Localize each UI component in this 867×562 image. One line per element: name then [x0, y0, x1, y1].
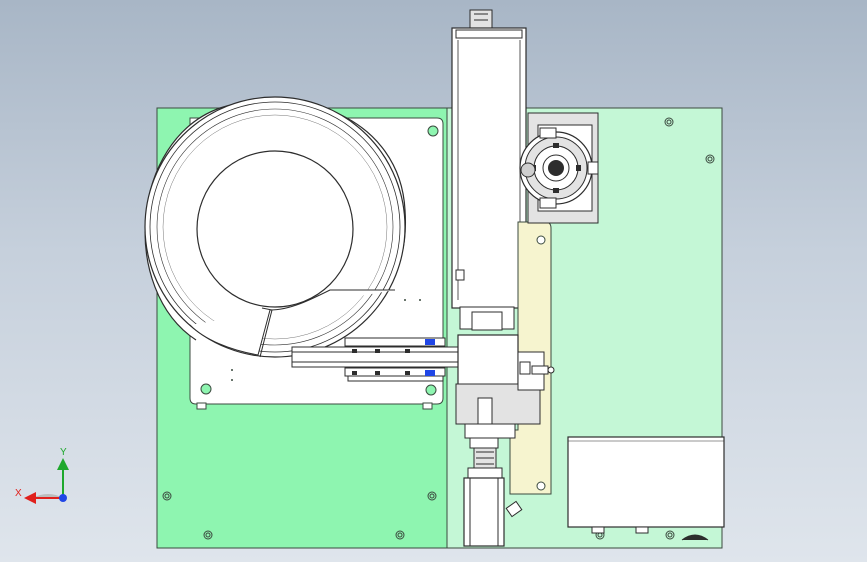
cad-viewport[interactable]: Y X [0, 0, 867, 562]
control-box [567, 436, 725, 541]
assembly-drawing: Y X [15, 9, 725, 549]
triad-y-label: Y [60, 447, 67, 458]
triad-x-label: X [15, 488, 22, 499]
vibratory-bowl-feeder [144, 96, 407, 358]
triad-z-axis [59, 494, 67, 502]
vertical-linear-actuator [451, 9, 527, 331]
rotary-drive-unit [519, 112, 599, 224]
coordinate-triad: Y X [15, 447, 69, 504]
bowl-inner-base [196, 150, 354, 308]
